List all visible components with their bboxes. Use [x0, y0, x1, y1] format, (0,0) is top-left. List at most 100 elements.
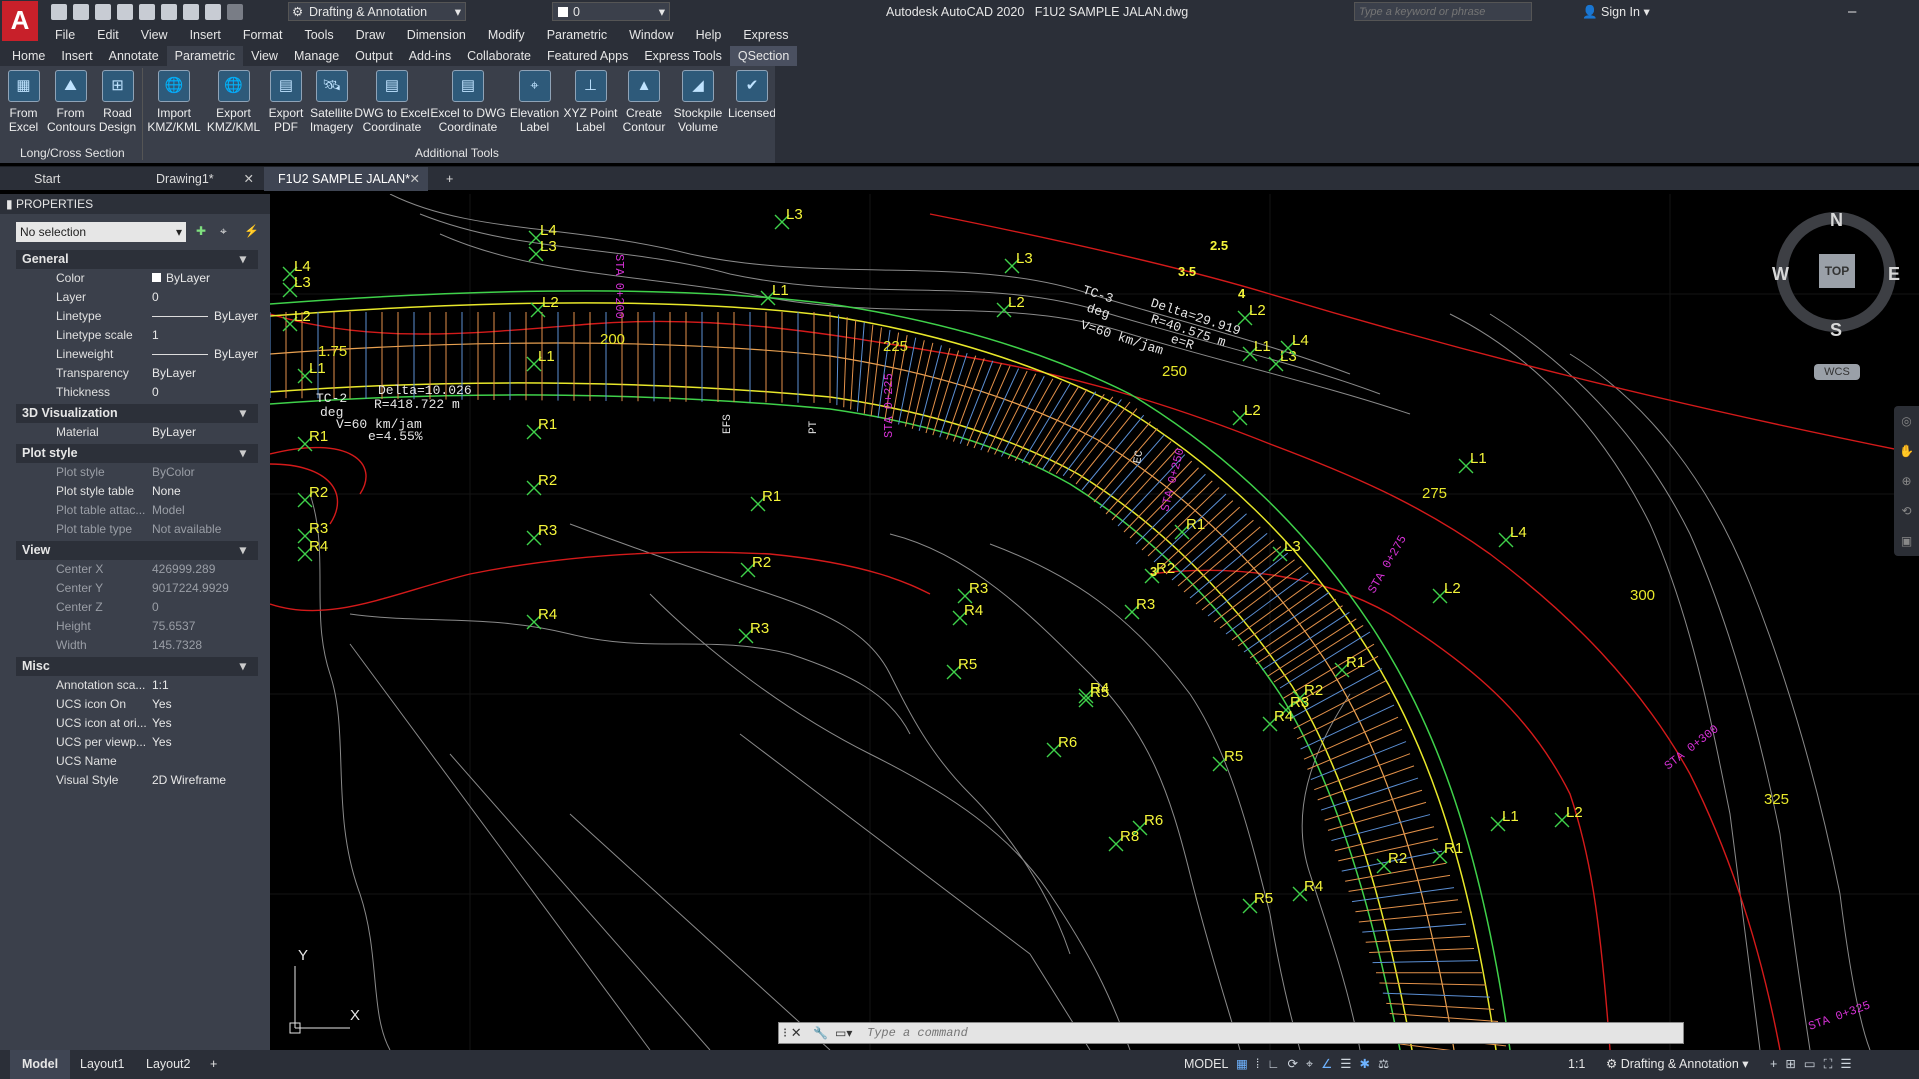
satellite-imagery-button[interactable]: 🛰 Satellite Imagery: [309, 70, 354, 134]
close-icon[interactable]: ✕: [244, 167, 254, 191]
property-row[interactable]: UCS icon at ori... Yes: [16, 714, 258, 733]
layout-tab-layout2[interactable]: Layout2: [146, 1050, 190, 1079]
property-row[interactable]: UCS per viewp... Yes: [16, 733, 258, 752]
property-row[interactable]: Lineweight ByLayer: [16, 345, 258, 364]
save-as-icon[interactable]: [117, 4, 133, 20]
property-row[interactable]: Color ByLayer: [16, 269, 258, 288]
menu-help[interactable]: Help: [685, 24, 733, 46]
drawing-canvas[interactable]: L3 L4 L3 L4 L3 L2 L2 L1 L3 L2 L1 L1 R1 R1 R2 R2 R1 R3 R4 R3…: [270, 194, 1919, 1050]
menu-insert[interactable]: Insert: [179, 24, 232, 46]
tab-collaborate[interactable]: Collaborate: [459, 46, 539, 66]
minimize-icon[interactable]: –: [1848, 3, 1870, 20]
property-row[interactable]: Center Y 9017224.9929: [16, 579, 258, 598]
quick-select-icon[interactable]: ⚡: [244, 224, 259, 238]
tab-insert[interactable]: Insert: [53, 46, 100, 66]
tab-view[interactable]: View: [243, 46, 286, 66]
clean-screen-icon[interactable]: ⛶: [1824, 1057, 1841, 1071]
property-row[interactable]: Width 145.7328: [16, 636, 258, 655]
property-row[interactable]: Layer 0: [16, 288, 258, 307]
tab-start[interactable]: Start: [20, 167, 140, 191]
menu-file[interactable]: File: [44, 24, 86, 46]
section-general[interactable]: General: [16, 250, 258, 269]
tab-add-ins[interactable]: Add-ins: [401, 46, 459, 66]
layout-tab-layout1[interactable]: Layout1: [80, 1050, 124, 1079]
save-icon[interactable]: [95, 4, 111, 20]
undo-icon[interactable]: [205, 4, 221, 20]
menu-tools[interactable]: Tools: [293, 24, 344, 46]
xyz-point-label-button[interactable]: ⊥ XYZ Point Label: [563, 70, 618, 134]
showmotion-icon[interactable]: ▣: [1894, 526, 1919, 556]
hardware-accel-icon[interactable]: ▭: [1804, 1057, 1824, 1071]
from-excel-button[interactable]: ▦ From Excel: [0, 70, 47, 134]
customize-icon[interactable]: ☰: [1840, 1057, 1859, 1071]
menu-parametric[interactable]: Parametric: [536, 24, 618, 46]
polar-icon[interactable]: ⟳: [1288, 1057, 1306, 1071]
menu-dimension[interactable]: Dimension: [396, 24, 477, 46]
layer-dropdown[interactable]: 0 ▾: [552, 2, 670, 21]
add-layout-button[interactable]: +: [210, 1050, 217, 1079]
tab-sample-jalan[interactable]: F1U2 SAMPLE JALAN* ✕: [264, 167, 428, 191]
open-web-icon[interactable]: [139, 4, 155, 20]
select-objects-icon[interactable]: ⌖: [220, 224, 227, 239]
command-input[interactable]: [867, 1024, 1667, 1042]
new-icon[interactable]: [51, 4, 67, 20]
tab-manage[interactable]: Manage: [286, 46, 347, 66]
annotation-scale[interactable]: 1:1: [1568, 1050, 1585, 1079]
section-3d-visualization[interactable]: 3D Visualization: [16, 404, 258, 423]
annotation-visibility-icon[interactable]: ✱: [1360, 1057, 1378, 1071]
workspace-switch[interactable]: ⚙ Drafting & Annotation ▾: [1606, 1050, 1749, 1079]
layout-tab-model[interactable]: Model: [10, 1050, 71, 1079]
property-row[interactable]: Annotation sca... 1:1: [16, 676, 258, 695]
menu-modify[interactable]: Modify: [477, 24, 536, 46]
property-row[interactable]: Visual Style 2D Wireframe: [16, 771, 258, 790]
zoom-icon[interactable]: ⊕: [1894, 466, 1919, 496]
tab-drawing1[interactable]: Drawing1* ✕: [142, 167, 262, 191]
property-row[interactable]: UCS icon On Yes: [16, 695, 258, 714]
otrack-icon[interactable]: ∠: [1321, 1057, 1340, 1071]
road-design-button[interactable]: ⊞ Road Design: [94, 70, 141, 134]
licensed-button[interactable]: ✔ Licensed: [726, 70, 778, 120]
excel-to-dwg-coordinate-button[interactable]: ▤ Excel to DWG Coordinate: [430, 70, 506, 134]
workspace-dropdown[interactable]: ⚙ Drafting & Annotation ▾: [288, 2, 466, 21]
recent-commands-icon[interactable]: ▭▾: [835, 1023, 852, 1043]
snap-icon[interactable]: ⁞: [1256, 1057, 1267, 1071]
section-view[interactable]: View: [16, 541, 258, 560]
section-misc[interactable]: Misc: [16, 657, 258, 676]
plus-icon[interactable]: +: [1770, 1057, 1785, 1071]
customize-icon[interactable]: 🔧: [813, 1023, 828, 1043]
tab-qsection[interactable]: QSection: [729, 46, 798, 66]
export-kmz-kml-button[interactable]: 🌐 Export KMZ/KML: [204, 70, 263, 134]
section-plot-style[interactable]: Plot style: [16, 444, 258, 463]
stockpile-volume-button[interactable]: ◢ Stockpile Volume: [670, 70, 726, 134]
dwg-to-excel-coordinate-button[interactable]: ▤ DWG to Excel Coordinate: [354, 70, 430, 134]
property-row[interactable]: Plot style ByColor: [16, 463, 258, 482]
orbit-icon[interactable]: ⟲: [1894, 496, 1919, 526]
autocad-logo[interactable]: A: [2, 1, 38, 41]
property-row[interactable]: Material ByLayer: [16, 423, 258, 442]
command-close-icon[interactable]: ⁝ ✕: [783, 1023, 802, 1043]
auto-scale-icon[interactable]: ⚖: [1378, 1057, 1397, 1071]
menu-window[interactable]: Window: [618, 24, 684, 46]
property-row[interactable]: Transparency ByLayer: [16, 364, 258, 383]
property-row[interactable]: Plot style table None: [16, 482, 258, 501]
search-input[interactable]: [1354, 2, 1532, 21]
menu-express[interactable]: Express: [732, 24, 799, 46]
import-kmz-kml-button[interactable]: 🌐 Import KMZ/KML: [144, 70, 204, 134]
tab-parametric[interactable]: Parametric: [166, 46, 244, 66]
model-space-toggle[interactable]: MODEL: [1184, 1050, 1228, 1079]
property-row[interactable]: UCS Name: [16, 752, 258, 771]
sign-in-button[interactable]: 👤 Sign In ▾: [1582, 0, 1650, 24]
save-web-icon[interactable]: [161, 4, 177, 20]
elevation-label-button[interactable]: ⌖ Elevation Label: [506, 70, 563, 134]
property-row[interactable]: Height 75.6537: [16, 617, 258, 636]
wcs-menu[interactable]: WCS: [1814, 364, 1860, 380]
toggle-pickadd-icon[interactable]: ✚: [196, 224, 206, 238]
osnap-icon[interactable]: ⌖: [1306, 1057, 1321, 1071]
isolate-icon[interactable]: ⊞: [1785, 1057, 1803, 1071]
property-row[interactable]: Linetype ByLayer: [16, 307, 258, 326]
infer-icon[interactable]: ∟: [1267, 1057, 1287, 1071]
property-row[interactable]: Center Z 0: [16, 598, 258, 617]
open-icon[interactable]: [73, 4, 89, 20]
property-row[interactable]: Plot table attac... Model: [16, 501, 258, 520]
pan-icon[interactable]: ✋: [1894, 436, 1919, 466]
